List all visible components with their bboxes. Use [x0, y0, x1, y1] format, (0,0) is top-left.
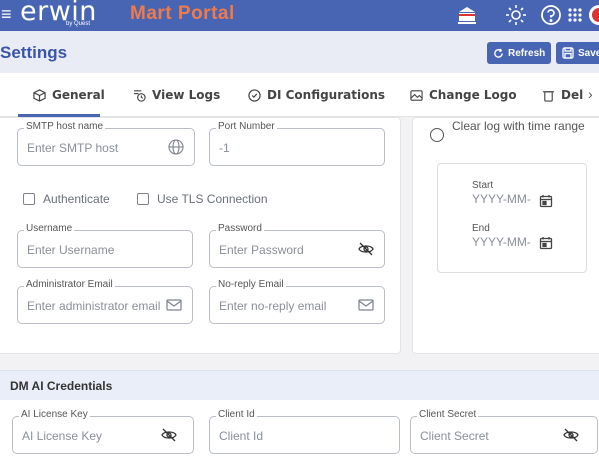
- chevron-right-icon[interactable]: ›: [588, 86, 593, 102]
- dm-ai-credentials-header: DM AI Credentials: [0, 370, 599, 400]
- password-field[interactable]: Password Enter Password: [209, 223, 385, 268]
- logs-icon: [133, 89, 146, 102]
- username-field[interactable]: Username Enter Username: [17, 223, 193, 268]
- calendar-icon[interactable]: [539, 194, 553, 208]
- eye-off-icon[interactable]: [161, 427, 177, 443]
- end-date-input[interactable]: YYYY-MM-: [472, 235, 531, 249]
- authenticate-checkbox[interactable]: Authenticate: [23, 192, 110, 206]
- refresh-label: Refresh: [508, 47, 546, 59]
- globe-icon: [168, 139, 184, 155]
- field-label: Client Id: [216, 409, 257, 420]
- page-title: Settings: [0, 43, 68, 62]
- section-title: DM AI Credentials: [10, 379, 113, 393]
- date-range-box: Start YYYY-MM- End YYYY-MM-: [437, 163, 587, 273]
- ai-license-key-field[interactable]: AI License Key AI License Key: [12, 409, 194, 454]
- start-date-input[interactable]: YYYY-MM-: [472, 192, 531, 206]
- field-value: -1: [219, 141, 230, 155]
- field-placeholder: AI License Key: [22, 429, 103, 443]
- tab-view-logs[interactable]: View Logs: [133, 85, 220, 105]
- tab-label: DI Configurations: [267, 88, 386, 102]
- eye-off-icon[interactable]: [563, 427, 579, 443]
- end-label: End: [472, 223, 490, 234]
- tab-di-configurations[interactable]: DI Configurations: [248, 85, 385, 105]
- client-secret-field[interactable]: Client Secret Client Secret: [410, 409, 598, 454]
- tab-label: General: [52, 88, 105, 102]
- checkbox-label: Use TLS Connection: [157, 192, 268, 206]
- eye-off-icon[interactable]: [358, 241, 374, 257]
- menu-icon[interactable]: ≡: [1, 4, 12, 24]
- port-number-field[interactable]: Port Number -1: [209, 121, 385, 166]
- field-label: No-reply Email: [216, 279, 286, 290]
- bank-icon[interactable]: [453, 1, 481, 29]
- top-bar: ≡ erwin by Quest Mart Portal: [0, 0, 599, 31]
- settings-tabs: General View Logs DI Configurations Chan…: [0, 73, 599, 117]
- field-label: Administrator Email: [24, 279, 115, 290]
- app-title: Mart Portal: [130, 3, 235, 24]
- tab-label: Change Logo: [429, 88, 517, 102]
- tls-checkbox[interactable]: Use TLS Connection: [137, 192, 268, 206]
- mail-icon: [166, 299, 182, 311]
- tab-change-logo[interactable]: Change Logo: [410, 85, 517, 105]
- image-icon: [410, 89, 423, 101]
- field-label: Password: [216, 223, 264, 234]
- smtp-host-field[interactable]: SMTP host name Enter SMTP host: [17, 121, 195, 166]
- mail-icon: [358, 299, 374, 311]
- admin-email-field[interactable]: Administrator Email Enter administrator …: [17, 279, 193, 324]
- field-placeholder: Enter administrator email: [27, 299, 161, 313]
- check-circle-icon: [248, 88, 261, 102]
- save-button[interactable]: Save: [556, 42, 599, 64]
- field-placeholder: Enter SMTP host: [27, 141, 119, 155]
- checkbox-box: [23, 193, 35, 205]
- save-icon: [562, 47, 574, 59]
- refresh-button[interactable]: Refresh: [487, 42, 552, 64]
- tab-general[interactable]: General: [33, 85, 105, 105]
- user-avatar-icon[interactable]: [585, 1, 599, 29]
- smtp-settings-card: SMTP host name Enter SMTP host Port Numb…: [0, 117, 401, 354]
- client-id-field[interactable]: Client Id Client Id: [209, 409, 400, 454]
- field-placeholder: Client Secret: [420, 429, 489, 443]
- field-label: SMTP host name: [24, 121, 106, 132]
- theme-icon[interactable]: [502, 1, 530, 29]
- field-label: Port Number: [216, 121, 277, 132]
- start-label: Start: [472, 180, 494, 191]
- tab-label: View Logs: [152, 88, 221, 102]
- tab-delete[interactable]: Del: [542, 85, 583, 105]
- save-label: Save: [578, 47, 599, 59]
- field-placeholder: Enter Password: [219, 243, 304, 257]
- field-placeholder: Enter no-reply email: [219, 299, 327, 313]
- logo-subtitle: by Quest: [66, 21, 91, 27]
- field-label: Client Secret: [417, 409, 479, 420]
- field-label: Username: [24, 223, 75, 234]
- dm-ai-credentials-body: AI License Key AI License Key Client Id …: [0, 400, 599, 456]
- refresh-icon: [494, 48, 503, 58]
- cube-icon: [33, 88, 46, 102]
- radio-label: Clear log with time range: [452, 119, 585, 133]
- trash-icon: [542, 90, 555, 102]
- tab-label: Del: [561, 88, 584, 102]
- checkbox-label: Authenticate: [43, 192, 110, 206]
- field-placeholder: Client Id: [219, 429, 264, 443]
- calendar-icon[interactable]: [539, 236, 553, 250]
- field-placeholder: Enter Username: [27, 243, 115, 257]
- noreply-email-field[interactable]: No-reply Email Enter no-reply email: [209, 279, 385, 324]
- field-label: AI License Key: [19, 409, 90, 420]
- checkbox-box: [137, 193, 149, 205]
- radio-button[interactable]: [430, 128, 444, 142]
